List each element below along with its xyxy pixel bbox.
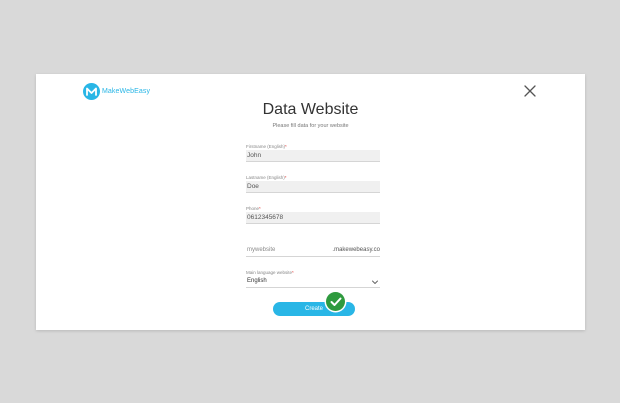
chevron-down-icon [371, 278, 379, 286]
brand-name: MakeWebEasy [102, 88, 151, 95]
domain-suffix: .makewebeasy.co [332, 247, 380, 253]
close-icon[interactable] [523, 84, 537, 98]
dialog-subtitle: Please fill data for your website [272, 123, 349, 129]
data-website-dialog: MakeWebEasy Data Website Please fill dat… [36, 74, 585, 330]
brand-logo: MakeWebEasy [83, 83, 150, 100]
phone-input[interactable]: 0612345678 [246, 212, 380, 224]
lastname-input[interactable]: Doe [246, 181, 380, 193]
makewebeasy-logo-icon [83, 83, 100, 100]
firstname-input[interactable]: John [246, 150, 380, 162]
language-select[interactable]: English [246, 276, 380, 288]
phone-field: Phone* 0612345678 [246, 206, 380, 224]
domain-placeholder: mywebsite [247, 247, 276, 253]
lastname-field: Lastname (English)* Doe [246, 175, 380, 193]
firstname-field: Firstname (English)* John [246, 144, 380, 162]
dialog-title: Data Website [262, 101, 359, 118]
language-selected-value: English [247, 278, 267, 284]
language-field: Main language website* English [246, 270, 380, 288]
domain-input[interactable]: mywebsite .makewebeasy.co [246, 244, 380, 257]
check-icon [326, 292, 345, 311]
